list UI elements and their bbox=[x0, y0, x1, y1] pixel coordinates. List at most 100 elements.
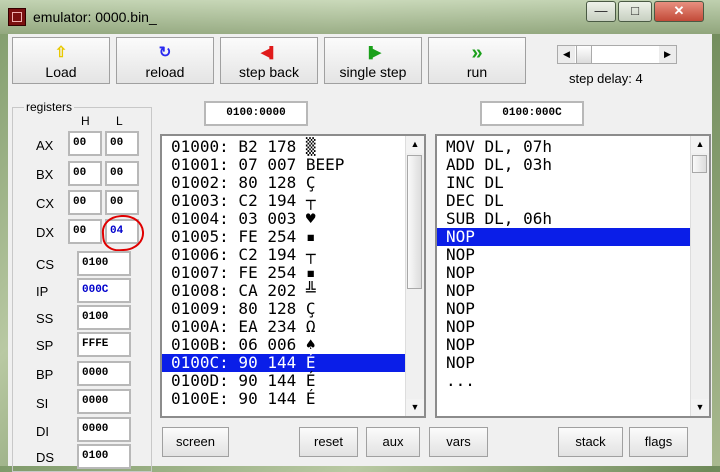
memory-row[interactable]: 01006: C2 194 ┬ bbox=[171, 246, 414, 264]
disassembly-scrollbar[interactable]: ▲ ▼ bbox=[690, 136, 709, 416]
step-delay-slider[interactable]: ◀ ▶ bbox=[557, 45, 677, 64]
emulator-client-area: ⇧ Load ↻ reload ◀▌ step back ▐▶ single s… bbox=[8, 34, 712, 472]
disassembly-row[interactable]: NOP bbox=[446, 354, 699, 372]
maximize-button[interactable]: □ bbox=[618, 1, 652, 22]
register-ip-field[interactable]: 000C bbox=[77, 278, 131, 303]
disassembly-row[interactable]: NOP bbox=[446, 318, 699, 336]
reset-button[interactable]: reset bbox=[299, 427, 358, 457]
reload-button[interactable]: ↻ reload bbox=[116, 37, 214, 84]
slider-thumb[interactable] bbox=[576, 46, 592, 63]
disassembly-row[interactable]: INC DL bbox=[446, 174, 699, 192]
stack-button[interactable]: stack bbox=[558, 427, 623, 457]
register-di-field[interactable]: 0000 bbox=[77, 417, 131, 442]
load-button[interactable]: ⇧ Load bbox=[12, 37, 110, 84]
register-cl-field[interactable]: 00 bbox=[105, 190, 139, 215]
run-button[interactable]: » run bbox=[428, 37, 526, 84]
single-step-button[interactable]: ▐▶ single step bbox=[324, 37, 422, 84]
scroll-up-arrow-icon[interactable]: ▲ bbox=[691, 136, 709, 153]
close-button[interactable]: ✕ bbox=[654, 1, 704, 22]
step-back-label: step back bbox=[239, 64, 299, 80]
scroll-up-arrow-icon[interactable]: ▲ bbox=[406, 136, 424, 153]
slider-right-arrow-icon[interactable]: ▶ bbox=[659, 46, 676, 63]
memory-row[interactable]: 0100E: 90 144 É bbox=[171, 390, 414, 408]
disassembly-row[interactable]: SUB DL, 06h bbox=[446, 210, 699, 228]
register-ch-field[interactable]: 00 bbox=[68, 190, 102, 215]
memory-scroll-thumb[interactable] bbox=[407, 155, 422, 289]
single-step-icon: ▐▶ bbox=[364, 47, 382, 59]
memory-row[interactable]: 01000: B2 178 ▒ bbox=[171, 138, 414, 156]
register-ss-field[interactable]: 0100 bbox=[77, 305, 131, 330]
memory-row[interactable]: 01002: 80 128 Ç bbox=[171, 174, 414, 192]
register-ds-field[interactable]: 0100 bbox=[77, 444, 131, 469]
disassembly-rows: MOV DL, 07h ADD DL, 03h INC DL DEC DL SUB DL… bbox=[437, 138, 699, 390]
reload-label: reload bbox=[145, 64, 185, 80]
disassembly-address-field[interactable]: 0100:000C bbox=[480, 101, 584, 126]
register-di-label: DI bbox=[36, 424, 49, 439]
memory-row[interactable]: 01007: FE 254 ▪ bbox=[171, 264, 414, 282]
register-si-field[interactable]: 0000 bbox=[77, 389, 131, 414]
registers-group-label: registers bbox=[24, 100, 75, 114]
low-byte-header: L bbox=[116, 114, 123, 128]
flags-button[interactable]: flags bbox=[629, 427, 688, 457]
memory-row[interactable]: 01004: 03 003 ♥ bbox=[171, 210, 414, 228]
memory-row[interactable]: 01009: 80 128 Ç bbox=[171, 300, 414, 318]
register-bl-field[interactable]: 00 bbox=[105, 161, 139, 186]
disassembly-row[interactable]: MOV DL, 07h bbox=[446, 138, 699, 156]
register-ip-label: IP bbox=[36, 284, 49, 299]
step-back-button[interactable]: ◀▌ step back bbox=[220, 37, 318, 84]
vars-button[interactable]: vars bbox=[429, 427, 488, 457]
aux-button[interactable]: aux bbox=[366, 427, 420, 457]
window-title: emulator: 0000.bin_ bbox=[33, 9, 157, 25]
high-byte-header: H bbox=[81, 114, 90, 128]
reload-icon: ↻ bbox=[158, 44, 172, 61]
scroll-down-arrow-icon[interactable]: ▼ bbox=[691, 399, 709, 416]
register-sp-label: SP bbox=[36, 338, 54, 353]
disassembly-row[interactable]: ADD DL, 03h bbox=[446, 156, 699, 174]
step-delay-label: step delay: 4 bbox=[569, 71, 643, 86]
register-si-label: SI bbox=[36, 396, 49, 411]
memory-address-field[interactable]: 0100:0000 bbox=[204, 101, 308, 126]
run-icon: » bbox=[471, 42, 483, 64]
register-sp-field[interactable]: FFFE bbox=[77, 332, 131, 357]
memory-rows: 01000: B2 178 ▒ 01001: 07 007 BEEP 01002: … bbox=[162, 138, 414, 408]
memory-row[interactable]: 0100D: 90 144 É bbox=[171, 372, 414, 390]
disassembly-row[interactable]: NOP bbox=[446, 300, 699, 318]
register-ss-label: SS bbox=[36, 311, 54, 326]
disassembly-row[interactable]: NOP bbox=[446, 264, 699, 282]
disassembly-row[interactable]: ... bbox=[446, 372, 699, 390]
register-bp-field[interactable]: 0000 bbox=[77, 361, 131, 386]
memory-row-selected[interactable]: 0100C: 90 144 É bbox=[162, 354, 414, 372]
scroll-down-arrow-icon[interactable]: ▼ bbox=[406, 399, 424, 416]
memory-scrollbar[interactable]: ▲ ▼ bbox=[405, 136, 424, 416]
disassembly-row-selected[interactable]: NOP bbox=[437, 228, 699, 246]
slider-left-arrow-icon[interactable]: ◀ bbox=[558, 46, 575, 63]
memory-row[interactable]: 0100B: 06 006 ♠ bbox=[171, 336, 414, 354]
memory-row[interactable]: 01008: CA 202 ╩ bbox=[171, 282, 414, 300]
register-bx-label: BX bbox=[36, 167, 54, 182]
register-al-field[interactable]: 00 bbox=[105, 131, 139, 156]
memory-list[interactable]: 01000: B2 178 ▒ 01001: 07 007 BEEP 01002: … bbox=[160, 134, 426, 418]
register-ah-field[interactable]: 00 bbox=[68, 131, 102, 156]
register-bh-field[interactable]: 00 bbox=[68, 161, 102, 186]
register-dh-field[interactable]: 00 bbox=[68, 219, 102, 244]
minimize-button[interactable]: — bbox=[586, 1, 616, 22]
register-ax-label: AX bbox=[36, 138, 54, 153]
memory-row[interactable]: 0100A: EA 234 Ω bbox=[171, 318, 414, 336]
arrow-up-icon: ⇧ bbox=[54, 44, 68, 61]
register-ds-label: DS bbox=[36, 450, 55, 465]
memory-row[interactable]: 01003: C2 194 ┬ bbox=[171, 192, 414, 210]
disassembly-scroll-thumb[interactable] bbox=[692, 155, 707, 173]
register-dx-label: DX bbox=[36, 225, 55, 240]
disassembly-row[interactable]: DEC DL bbox=[446, 192, 699, 210]
memory-row[interactable]: 01001: 07 007 BEEP bbox=[171, 156, 414, 174]
screen-button[interactable]: screen bbox=[162, 427, 229, 457]
title-bar: emulator: 0000.bin_ — □ ✕ bbox=[0, 0, 720, 34]
disassembly-row[interactable]: NOP bbox=[446, 282, 699, 300]
register-cx-label: CX bbox=[36, 196, 55, 211]
disassembly-list[interactable]: MOV DL, 07h ADD DL, 03h INC DL DEC DL SUB DL… bbox=[435, 134, 711, 418]
disassembly-row[interactable]: NOP bbox=[446, 336, 699, 354]
register-cs-label: CS bbox=[36, 257, 55, 272]
register-cs-field[interactable]: 0100 bbox=[77, 251, 131, 276]
memory-row[interactable]: 01005: FE 254 ▪ bbox=[171, 228, 414, 246]
disassembly-row[interactable]: NOP bbox=[446, 246, 699, 264]
